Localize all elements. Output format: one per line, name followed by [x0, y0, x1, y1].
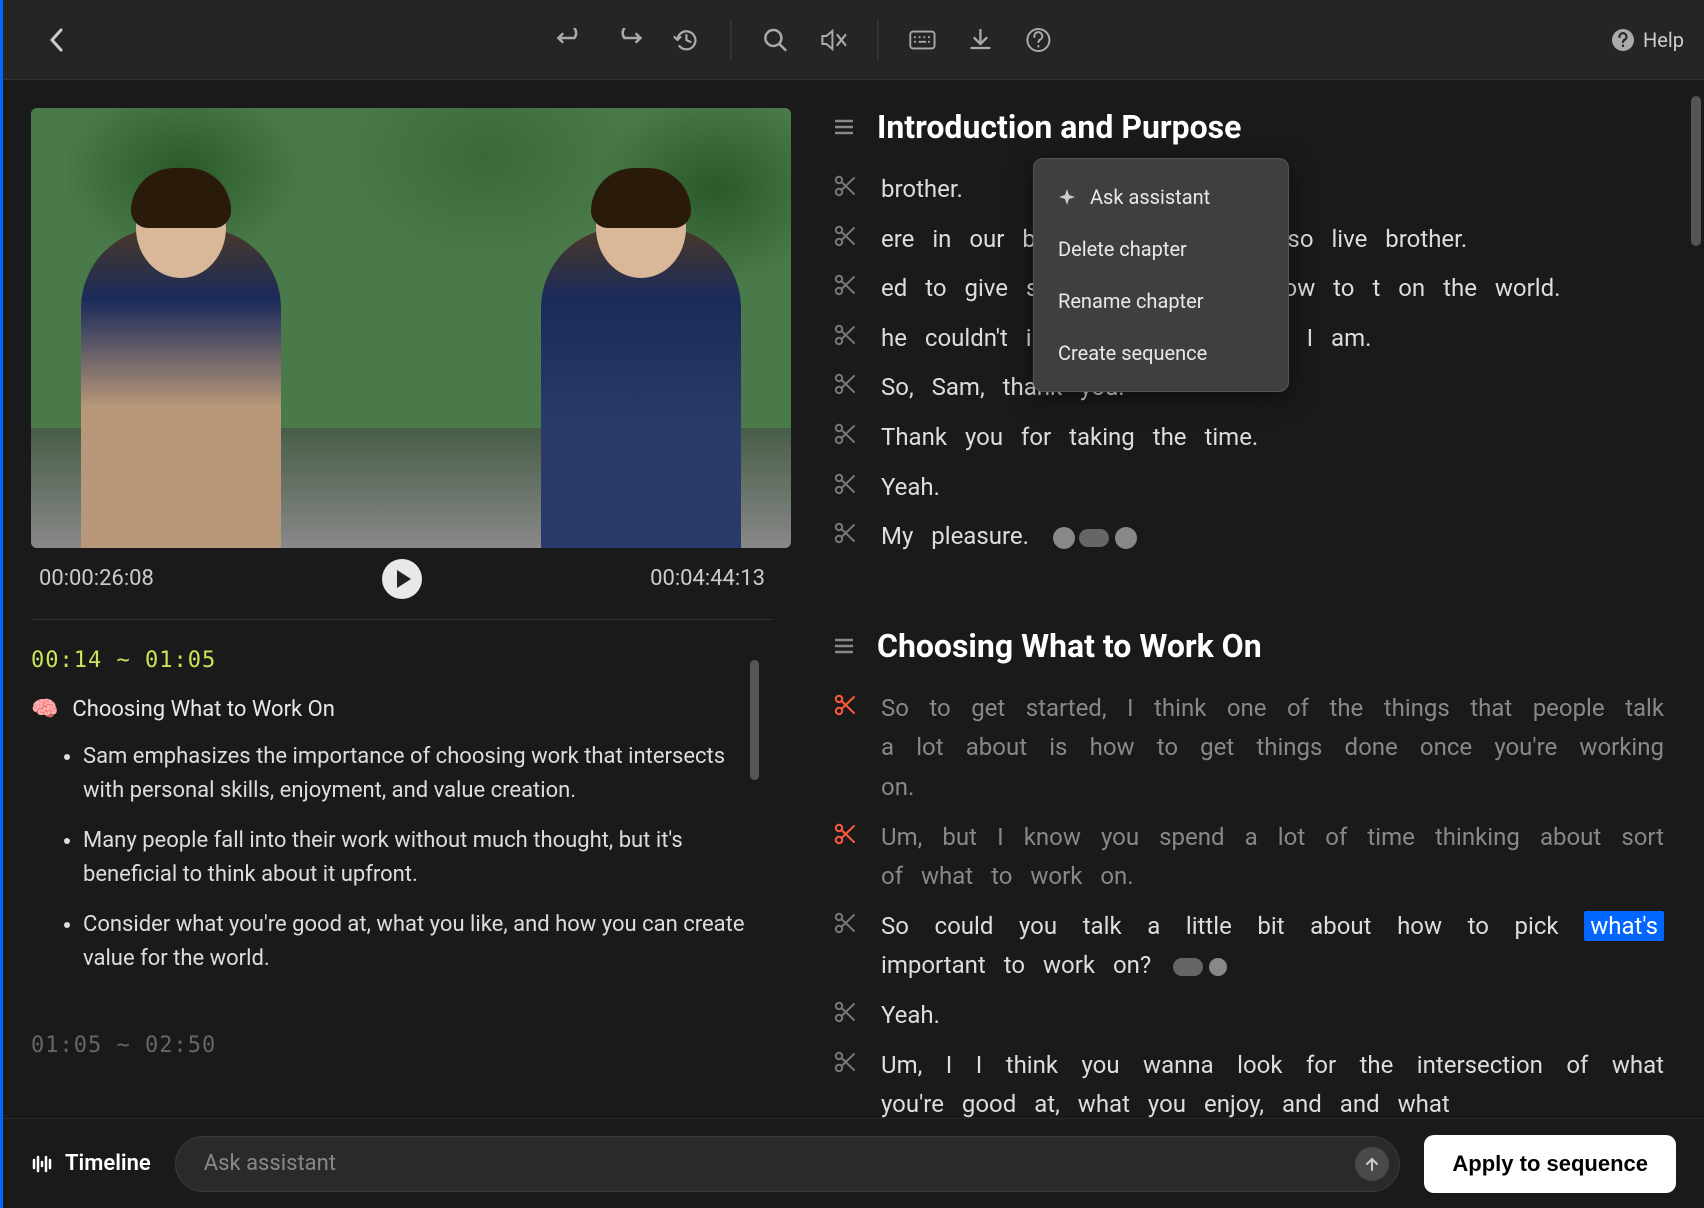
menu-rename-chapter[interactable]: Rename chapter	[1034, 275, 1288, 327]
send-button[interactable]	[1355, 1147, 1389, 1181]
transcript-text[interactable]: Yeah.	[881, 468, 940, 508]
transcript-text[interactable]: brother.	[881, 170, 963, 210]
arrow-up-icon	[1364, 1156, 1380, 1172]
download-icon[interactable]	[966, 26, 994, 54]
play-icon	[397, 570, 411, 588]
scissor-icon[interactable]	[833, 1050, 857, 1074]
total-timecode: 00:04:44:13	[650, 566, 765, 591]
note-timerange: 01:05 ~ 02:50	[31, 1033, 763, 1058]
back-button[interactable]	[43, 26, 71, 54]
scissor-icon[interactable]	[833, 273, 857, 297]
bottom-bar: Timeline Ask assistant Apply to sequence	[3, 1118, 1704, 1208]
chapter: Choosing What to Work On So to get start…	[833, 627, 1664, 1118]
transcript-text[interactable]: My pleasure.	[881, 517, 1137, 557]
transcript-line: Thank you for taking the time.	[833, 418, 1664, 458]
chapter-title: Choosing What to Work On	[877, 627, 1262, 665]
assistant-input[interactable]: Ask assistant	[175, 1136, 1401, 1192]
drag-handle-icon[interactable]	[833, 637, 855, 655]
brain-icon: 🧠	[31, 697, 58, 722]
transcript-line: Um, I I think you wanna look for the int…	[833, 1046, 1664, 1119]
redo-icon[interactable]	[614, 26, 642, 54]
transcript-text[interactable]: Um, but I know you spend a lot of time t…	[881, 818, 1664, 897]
note-title: Choosing What to Work On	[72, 697, 335, 722]
scissor-icon[interactable]	[833, 911, 857, 935]
marker-pill	[1079, 529, 1109, 547]
transcript-line: So to get started, I think one of the th…	[833, 689, 1664, 808]
transcript-text[interactable]: So could you talk a little bit about how…	[881, 907, 1664, 986]
chapter: Introduction and Purpose Ask assistant D…	[833, 108, 1664, 557]
menu-ask-assistant[interactable]: Ask assistant	[1034, 171, 1288, 223]
transcript-line: Yeah.	[833, 468, 1664, 508]
help-button[interactable]: Help	[1611, 28, 1684, 52]
scissor-icon[interactable]	[833, 422, 857, 446]
sparkle-icon	[1058, 188, 1076, 206]
chapter-title: Introduction and Purpose	[877, 108, 1241, 146]
apply-to-sequence-button[interactable]: Apply to sequence	[1424, 1135, 1676, 1193]
marker-dot	[1053, 527, 1075, 549]
history-icon[interactable]	[672, 26, 700, 54]
note-bullet: Many people fall into their work without…	[83, 824, 763, 892]
toolbar-divider	[730, 20, 731, 60]
left-panel: 00:00:26:08 00:04:44:13 00:14 ~ 01:05 🧠 …	[3, 80, 793, 1118]
menu-delete-chapter[interactable]: Delete chapter	[1034, 223, 1288, 275]
chapter-context-menu: Ask assistant Delete chapter Rename chap…	[1033, 158, 1289, 392]
scissor-icon[interactable]	[833, 521, 857, 545]
scissor-icon[interactable]	[833, 224, 857, 248]
transcript-line: Yeah.	[833, 996, 1664, 1036]
question-circle-icon	[1611, 28, 1635, 52]
marker-dot	[1115, 527, 1137, 549]
highlighted-word: what's	[1584, 911, 1664, 941]
video-preview[interactable]	[31, 108, 791, 548]
scissor-icon[interactable]	[833, 472, 857, 496]
note-bullet: Consider what you're good at, what you l…	[83, 908, 763, 976]
drag-handle-icon[interactable]	[833, 118, 855, 136]
transcript-line: My pleasure.	[833, 517, 1664, 557]
scissor-icon[interactable]	[833, 822, 857, 846]
timeline-button[interactable]: Timeline	[31, 1151, 151, 1176]
mute-icon[interactable]	[819, 26, 847, 54]
scissor-icon[interactable]	[833, 372, 857, 396]
transcript-text[interactable]: Yeah.	[881, 996, 940, 1036]
menu-create-sequence[interactable]: Create sequence	[1034, 327, 1288, 379]
assistant-placeholder: Ask assistant	[204, 1151, 336, 1176]
scissor-icon[interactable]	[833, 1000, 857, 1024]
notes-panel: 00:14 ~ 01:05 🧠 Choosing What to Work On…	[31, 620, 773, 1118]
note-bullet: Sam emphasizes the importance of choosin…	[83, 740, 763, 808]
transcript-text[interactable]: Um, I I think you wanna look for the int…	[881, 1046, 1664, 1119]
scrollbar-thumb[interactable]	[1691, 96, 1701, 246]
marker-dot	[1209, 958, 1227, 976]
scissor-icon[interactable]	[833, 323, 857, 347]
toolbar-divider	[877, 20, 878, 60]
transcript-panel: Introduction and Purpose Ask assistant D…	[793, 80, 1704, 1118]
help-label: Help	[1643, 28, 1684, 52]
scissor-icon[interactable]	[833, 693, 857, 717]
note-timerange: 00:14 ~ 01:05	[31, 648, 763, 673]
top-toolbar: Help	[3, 0, 1704, 80]
scissor-icon[interactable]	[833, 174, 857, 198]
help-icon[interactable]	[1024, 26, 1052, 54]
current-timecode: 00:00:26:08	[39, 566, 154, 591]
scrollbar-thumb[interactable]	[750, 660, 759, 780]
transcript-text[interactable]: So to get started, I think one of the th…	[881, 689, 1664, 808]
marker-pill	[1173, 958, 1203, 976]
transcript-text[interactable]: Thank you for taking the time.	[881, 418, 1258, 458]
undo-icon[interactable]	[556, 26, 584, 54]
play-button[interactable]	[382, 559, 422, 599]
waveform-icon	[31, 1153, 53, 1175]
transcript-line: So could you talk a little bit about how…	[833, 907, 1664, 986]
transcript-line: Um, but I know you spend a lot of time t…	[833, 818, 1664, 897]
search-icon[interactable]	[761, 26, 789, 54]
keyboard-icon[interactable]	[908, 26, 936, 54]
